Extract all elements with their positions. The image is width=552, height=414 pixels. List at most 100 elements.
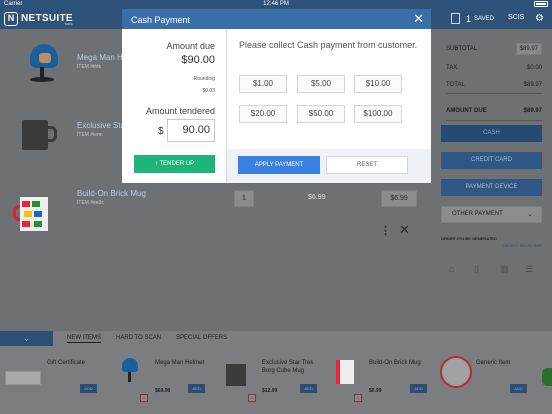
gear-icon[interactable]: ⚙ [535,13,544,24]
rounding-label: Rounding [193,76,215,82]
other-payment-label: OTHER PAYMENT [452,211,503,217]
dialog-title: Cash Payment [131,15,191,25]
brick-mug-image [20,197,48,231]
netsuite-logo-icon: N [4,12,18,26]
cash-button[interactable]: CASH [441,125,542,142]
gift-certificate-image [5,371,41,385]
product-card[interactable]: Gift Certificate ADD [0,346,105,414]
saved-label: SAVED [474,15,494,22]
amount-due-value: $90.00 [181,54,215,66]
product-card[interactable]: ⌂ Build-On Brick Mug $6.99 ADD [328,346,433,414]
tax-label: TAX [446,65,458,71]
tax-row: TAX $0.00 [446,65,542,71]
quick-amount-button[interactable]: $20.00 [239,105,287,123]
quick-amount-button[interactable]: $10.00 [354,75,402,93]
product-card[interactable]: ⌂ Mega Man Helmet $69.99 ADD [110,346,210,414]
add-to-cart-button[interactable]: ADD [80,384,97,393]
helmet-base [30,77,54,82]
mega-man-helmet-image [122,358,138,372]
store-label[interactable]: SCIS [508,14,524,21]
cash-payment-dialog: Amount due $90.00 Rounding $0.03 Amount … [122,29,431,183]
tab-new-items[interactable]: NEW ITEMS [67,335,101,343]
quick-amount-button[interactable]: $50.00 [297,105,345,123]
tax-value: $0.00 [526,65,542,71]
mega-man-helmet-image [30,44,58,68]
rounding-value: $0.03 [202,88,215,94]
quick-amount-button[interactable]: $1.00 [239,75,287,93]
cart-item-name[interactable]: Build-On Brick Mug [77,189,146,198]
quantity-field[interactable]: 1 [234,190,254,207]
cart-item-name[interactable]: Exclusive Star [77,121,128,130]
subtotal-row: SUBTOTAL $89.97 [446,43,542,55]
dialog-footer: APPLY PAYMENT RESET [227,149,431,183]
document-icon[interactable]: ▯ [474,264,479,275]
remove-item-icon[interactable]: ✕ [399,222,410,238]
amount-tendered-input[interactable]: 90.00 [167,119,215,142]
brick-mug-image [336,360,354,384]
quick-amount-button[interactable]: $100.00 [354,105,402,123]
amount-tendered-label: Amount tendered [145,106,215,116]
product-card[interactable]: ⌂ Exclusive Star Trek Borg Cube Mug $12.… [220,346,325,414]
amount-due-row: AMOUNT DUE $89.97 [446,108,542,114]
currency-symbol: $ [158,126,164,137]
status-bar: Carrier 12:46 PM [0,0,552,9]
clock: 12:46 PM [263,1,289,7]
tender-up-label: TENDER UP [159,161,195,167]
promo-badge-icon: ⌂ [248,394,256,402]
total-value: $89.97 [523,82,542,88]
arrow-up-icon: ↑ [154,161,158,167]
line-total[interactable]: $6.99 [381,190,417,207]
tab-hard-to-scan[interactable]: HARD TO SCAN [116,335,161,341]
more-options-icon[interactable]: ⋮ [380,224,391,237]
credit-card-button[interactable]: CREDIT CARD [441,152,542,169]
cart-item-sku: ITEM #ee3c [77,200,104,206]
subtotal-value: $89.97 [515,43,542,55]
select-sales-rep-link[interactable]: SELECT SALES REP [503,243,542,248]
other-payment-dropdown[interactable]: OTHER PAYMENT ⌄ [441,206,542,223]
generic-item-stamp-image [440,356,472,388]
cart-item-sku: ITEM #thtk [77,64,102,70]
chevron-down-icon: ⌄ [22,333,31,343]
collapse-shelf-button[interactable]: ⌄ [0,331,53,346]
add-to-cart-button[interactable]: ADD [188,384,205,393]
shelf-tabs: ⌄ NEW ITEMS HARD TO SCAN SPECIAL OFFERS [0,331,552,346]
tag-icon[interactable]: ⌂ [449,264,454,274]
product-card[interactable]: Generic Item ADD [438,346,552,414]
cash-payment-dialog-header: Cash Payment ✕ [122,9,431,29]
trash-icon[interactable]: ▥ [500,264,509,275]
netsuite-logo: N NETSUITE SCIS [4,12,73,26]
summary-divider [446,120,542,121]
product-name-line-2: Borg Cube Mug [262,368,305,374]
tender-panel: Amount due $90.00 Rounding $0.03 Amount … [122,29,227,183]
quick-amount-panel: Please collect Cash payment from custome… [227,29,431,183]
tender-up-button[interactable]: ↑ TENDER UP [134,155,215,173]
quick-amount-button[interactable]: $5.00 [297,75,345,93]
order-summary-panel: SUBTOTAL $89.97 TAX $0.00 TOTAL $89.97 A… [431,29,552,331]
promo-badge-icon: ⌂ [354,394,362,402]
add-to-cart-button[interactable]: ADD [410,384,427,393]
saved-count: 1 [466,13,472,24]
list-icon[interactable]: ☰ [525,264,533,275]
reset-button[interactable]: RESET [326,156,408,174]
summary-divider [446,93,542,94]
product-name: Mega Man Helmet [155,360,205,366]
cart-item-name[interactable]: Mega Man H [77,53,123,62]
add-to-cart-button[interactable]: ADD [300,384,317,393]
payment-device-button[interactable]: PAYMENT DEVICE [441,179,542,196]
tab-special-offers[interactable]: SPECIAL OFFERS [176,335,227,341]
total-label: TOTAL [446,82,465,88]
product-name: Build-On Brick Mug [369,360,421,366]
close-icon[interactable]: ✕ [413,11,424,27]
saved-orders-button[interactable]: 1 SAVED [451,13,494,24]
product-price: $69.99 [155,388,171,394]
total-row: TOTAL $89.97 [446,82,542,88]
product-name: Exclusive Star Trek [262,360,314,366]
saved-icon [451,13,460,24]
subtotal-label: SUBTOTAL [446,46,478,52]
instruction-text: Please collect Cash payment from custome… [239,40,418,50]
product-name: Gift Certificate [47,360,86,366]
promo-badge-icon: ⌂ [140,394,148,402]
add-to-cart-button[interactable]: ADD [510,384,527,393]
borg-cube-mug-image [226,364,246,386]
apply-payment-button[interactable]: APPLY PAYMENT [238,156,320,174]
